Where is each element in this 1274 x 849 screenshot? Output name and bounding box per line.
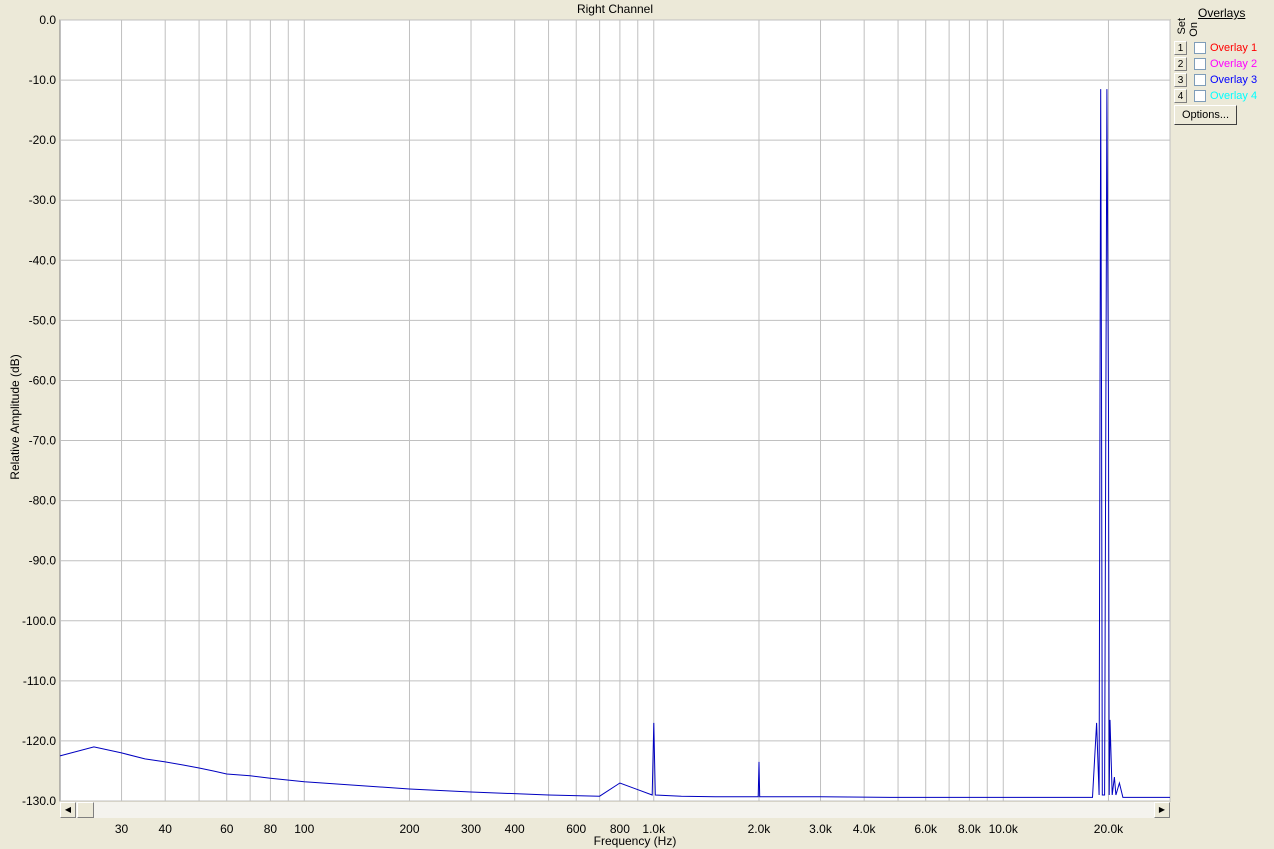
- overlay-1-checkbox[interactable]: [1194, 42, 1206, 54]
- overlay-1-set-button[interactable]: 1: [1174, 41, 1187, 55]
- x-tick-label: 200: [399, 822, 419, 836]
- y-tick-label: -10.0: [29, 73, 57, 87]
- analyzer-window: Right Channel Relative Amplitude (dB) Fr…: [0, 0, 1274, 849]
- overlay-2-checkbox[interactable]: [1194, 58, 1206, 70]
- overlays-title: Overlays: [1198, 6, 1246, 20]
- overlays-panel: Set On Overlays 1 Overlay 1 2 Overlay 2 …: [1172, 0, 1274, 130]
- y-tick-label: -70.0: [29, 434, 57, 448]
- y-tick-label: -80.0: [29, 494, 57, 508]
- y-tick-label: -30.0: [29, 193, 57, 207]
- overlay-4-label: Overlay 4: [1210, 90, 1258, 102]
- y-ticks: 0.0 -10.0 -20.0 -30.0 -40.0 -50.0 -60.0 -70.0 -8…: [22, 13, 56, 808]
- x-tick-label: 2.0k: [748, 822, 772, 836]
- y-tick-label: 0.0: [39, 13, 56, 27]
- x-tick-label: 30: [115, 822, 129, 836]
- x-tick-label: 800: [610, 822, 630, 836]
- y-tick-label: -100.0: [22, 614, 56, 628]
- y-tick-label: -120.0: [22, 734, 56, 748]
- x-tick-label: 3.0k: [809, 822, 833, 836]
- overlay-2-label: Overlay 2: [1210, 58, 1258, 70]
- overlay-4-checkbox[interactable]: [1194, 90, 1206, 102]
- x-tick-label: 4.0k: [853, 822, 877, 836]
- x-tick-label: 6.0k: [914, 822, 938, 836]
- y-tick-label: -110.0: [23, 674, 56, 688]
- x-tick-label: 600: [566, 822, 586, 836]
- overlay-4-set-button[interactable]: 4: [1174, 89, 1187, 103]
- x-tick-label: 10.0k: [989, 822, 1019, 836]
- y-tick-label: -20.0: [29, 133, 57, 147]
- y-tick-label: -60.0: [29, 373, 57, 387]
- horizontal-scrollbar[interactable]: ◀ ▶: [60, 801, 1170, 818]
- overlay-3-label: Overlay 3: [1210, 74, 1258, 86]
- x-tick-label: 40: [159, 822, 173, 836]
- x-tick-label: 400: [505, 822, 525, 836]
- y-tick-label: -90.0: [29, 554, 57, 568]
- overlay-3-checkbox[interactable]: [1194, 74, 1206, 86]
- scroll-left-button[interactable]: ◀: [60, 802, 76, 818]
- scroll-thumb[interactable]: [77, 802, 94, 818]
- y-tick-label: -50.0: [29, 313, 57, 327]
- overlay-2-set-button[interactable]: 2: [1174, 57, 1187, 71]
- x-tick-label: 1.0k: [642, 822, 666, 836]
- spectrum-chart: 0.0 -10.0 -20.0 -30.0 -40.0 -50.0 -60.0 -70.0 -8…: [22, 13, 1171, 836]
- overlay-3-set-button[interactable]: 3: [1174, 73, 1187, 87]
- overlay-1-label: Overlay 1: [1210, 42, 1258, 54]
- x-tick-label: 20.0k: [1094, 822, 1124, 836]
- x-ticks: 30 40 60 80 100 200 300 400 600 800 1.0k 2.0k 3.0k 4.…: [115, 822, 1124, 836]
- y-tick-label: -40.0: [29, 253, 57, 267]
- x-tick-label: 80: [264, 822, 278, 836]
- y-tick-label: -130.0: [22, 794, 56, 808]
- options-button[interactable]: Options...: [1174, 105, 1237, 125]
- x-tick-label: 60: [220, 822, 234, 836]
- x-tick-label: 100: [294, 822, 314, 836]
- x-tick-label: 8.0k: [958, 822, 982, 836]
- scroll-right-button[interactable]: ▶: [1154, 802, 1170, 818]
- set-column-label: Set: [1176, 18, 1188, 35]
- on-column-label: On: [1188, 22, 1200, 37]
- x-tick-label: 300: [461, 822, 481, 836]
